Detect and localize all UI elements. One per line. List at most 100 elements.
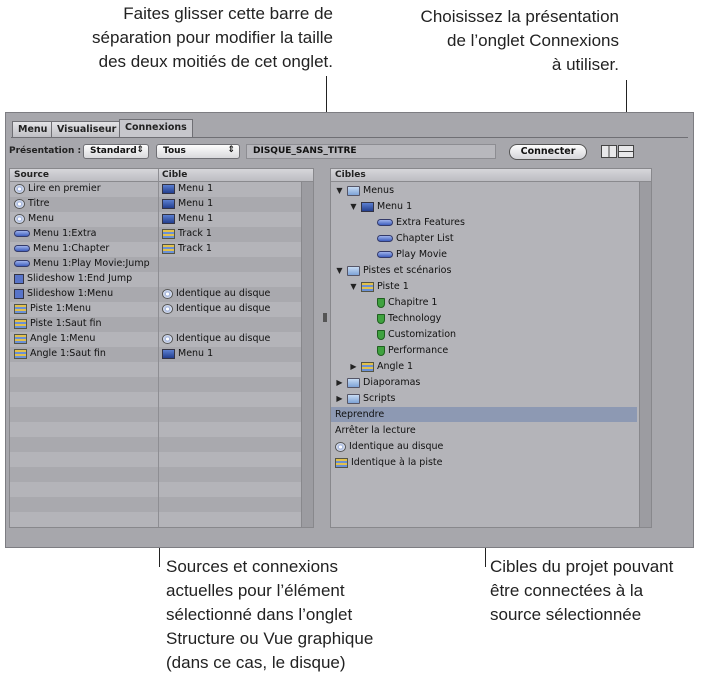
source-label: Angle 1:Menu [30, 333, 96, 344]
tree-item[interactable]: ▼ Pistes et scénarios [331, 263, 637, 278]
tree-item[interactable]: Extra Features [331, 215, 637, 230]
disclosure-open-icon[interactable]: ▼ [335, 186, 344, 195]
callout-line: (dans ce cas, le disque) [166, 653, 346, 672]
tree-item[interactable]: Play Movie [331, 247, 637, 262]
table-row[interactable]: Menu 1:Chapter Track 1 [10, 242, 301, 257]
disclosure-open-icon[interactable]: ▼ [349, 282, 358, 291]
tree-item[interactable]: Performance [331, 343, 637, 358]
callout-sources: Sources et connexions actuelles pour l’é… [166, 555, 373, 675]
target-cell[interactable]: Identique au disque [162, 303, 270, 314]
table-row[interactable]: Menu 1:Play Movie:Jump [10, 257, 301, 272]
layout-split-horizontal-icon[interactable] [618, 145, 634, 158]
disclosure-closed-icon[interactable]: ▶ [349, 362, 358, 371]
callout-layout: Choisissez la présentation de l’onglet C… [380, 5, 619, 77]
source-cell: Menu 1:Extra [14, 228, 96, 239]
table-row[interactable]: Titre Menu 1 [10, 197, 301, 212]
table-row[interactable]: Piste 1:Saut fin [10, 317, 301, 332]
disclosure-closed-icon[interactable]: ▶ [335, 378, 344, 387]
source-label: Lire en premier [28, 183, 101, 194]
source-label: Titre [28, 198, 50, 209]
target-label: Identique au disque [176, 303, 271, 314]
target-cell[interactable]: Identique au disque [162, 288, 270, 299]
tree-item-label: Scripts [363, 393, 396, 404]
tree-item[interactable]: ▶ Angle 1 [331, 359, 637, 374]
tree-item[interactable]: ▶ Diaporamas [331, 375, 637, 390]
leader-line-sources [159, 545, 160, 567]
disc-icon [162, 333, 173, 344]
target-cell[interactable]: Menu 1 [162, 348, 213, 359]
tree-item[interactable]: Technology [331, 311, 637, 326]
button-icon [377, 219, 393, 226]
tree-item[interactable]: Chapter List [331, 231, 637, 246]
target-label: Identique au disque [176, 333, 271, 344]
connect-button[interactable]: Connecter [509, 144, 587, 160]
empty-row [10, 407, 301, 422]
empty-row [10, 452, 301, 467]
tree-item[interactable]: Arrêter la lecture [331, 423, 637, 438]
empty-row [10, 362, 301, 377]
source-cell: Piste 1:Saut fin [14, 318, 102, 329]
split-bar-handle[interactable] [323, 313, 327, 322]
table-row[interactable]: Angle 1:Menu Identique au disque [10, 332, 301, 347]
table-row[interactable]: Piste 1:Menu Identique au disque [10, 302, 301, 317]
callout-line: Cibles du projet pouvant [490, 557, 674, 576]
filter-popup[interactable]: Tous ⇕ [156, 144, 240, 159]
table-row[interactable]: Slideshow 1:Menu Identique au disque [10, 287, 301, 302]
menu-icon [162, 183, 175, 194]
source-cell: Slideshow 1:End Jump [14, 273, 132, 284]
table-row[interactable]: Menu Menu 1 [10, 212, 301, 227]
tree-item[interactable]: ▼ Menu 1 [331, 199, 637, 214]
disc-name-field[interactable]: DISQUE_SANS_TITRE [246, 144, 496, 159]
column-header-target[interactable]: Cible [158, 169, 313, 182]
target-cell[interactable]: Menu 1 [162, 213, 213, 224]
target-cell[interactable]: Identique au disque [162, 333, 270, 344]
tree-item-label: Pistes et scénarios [363, 265, 452, 276]
presentation-popup[interactable]: Standard ⇕ [83, 144, 149, 159]
target-cell[interactable]: Menu 1 [162, 183, 213, 194]
track-icon [335, 457, 348, 468]
target-cell[interactable]: Track 1 [162, 228, 212, 239]
tree-item[interactable]: ▼ Piste 1 [331, 279, 637, 294]
disclosure-closed-icon[interactable]: ▶ [335, 394, 344, 403]
tab-menu[interactable]: Menu [12, 121, 54, 138]
target-cell[interactable]: Menu 1 [162, 198, 213, 209]
table-row[interactable]: Slideshow 1:End Jump [10, 272, 301, 287]
table-row[interactable]: Menu 1:Extra Track 1 [10, 227, 301, 242]
tree-item[interactable]: Reprendre [331, 407, 637, 422]
tree-item[interactable]: Identique à la piste [331, 455, 637, 470]
disclosure-open-icon[interactable]: ▼ [349, 202, 358, 211]
tab-divider [11, 137, 688, 138]
column-header-source[interactable]: Source [10, 169, 158, 182]
tree-item-label: Chapitre 1 [388, 297, 438, 308]
track-icon [14, 318, 27, 329]
target-cell[interactable]: Track 1 [162, 243, 212, 254]
button-icon [14, 260, 30, 267]
empty-row [10, 482, 301, 497]
presentation-value: Standard [90, 146, 137, 156]
callout-line: source sélectionnée [490, 605, 642, 624]
target-label: Track 1 [178, 243, 212, 254]
disclosure-open-icon[interactable]: ▼ [335, 266, 344, 275]
tree-item-label: Arrêter la lecture [335, 425, 416, 436]
callout-line: séparation pour modifier la taille [92, 28, 333, 47]
table-row[interactable]: Angle 1:Saut fin Menu 1 [10, 347, 301, 362]
targets-scrollbar[interactable] [639, 182, 651, 527]
callout-line: de l’onglet Connexions [446, 31, 619, 50]
table-row[interactable]: Lire en premier Menu 1 [10, 182, 301, 197]
tree-item-label: Technology [388, 313, 442, 324]
layout-split-vertical-icon[interactable] [601, 145, 617, 158]
sources-scrollbar[interactable] [301, 182, 313, 527]
column-header-targets[interactable]: Cibles [331, 169, 651, 182]
target-label: Identique au disque [176, 288, 271, 299]
tree-item[interactable]: Identique au disque [331, 439, 637, 454]
tree-item[interactable]: ▼ Menus [331, 183, 637, 198]
tab-connections[interactable]: Connexions [119, 119, 193, 138]
tree-item[interactable]: Chapitre 1 [331, 295, 637, 310]
tree-item[interactable]: ▶ Scripts [331, 391, 637, 406]
tree-item[interactable]: Customization [331, 327, 637, 342]
marker-icon [377, 313, 385, 324]
menu-icon [162, 213, 175, 224]
source-label: Menu 1:Extra [33, 228, 97, 239]
disc-icon [162, 288, 173, 299]
tab-viewer[interactable]: Visualiseur [51, 121, 123, 138]
